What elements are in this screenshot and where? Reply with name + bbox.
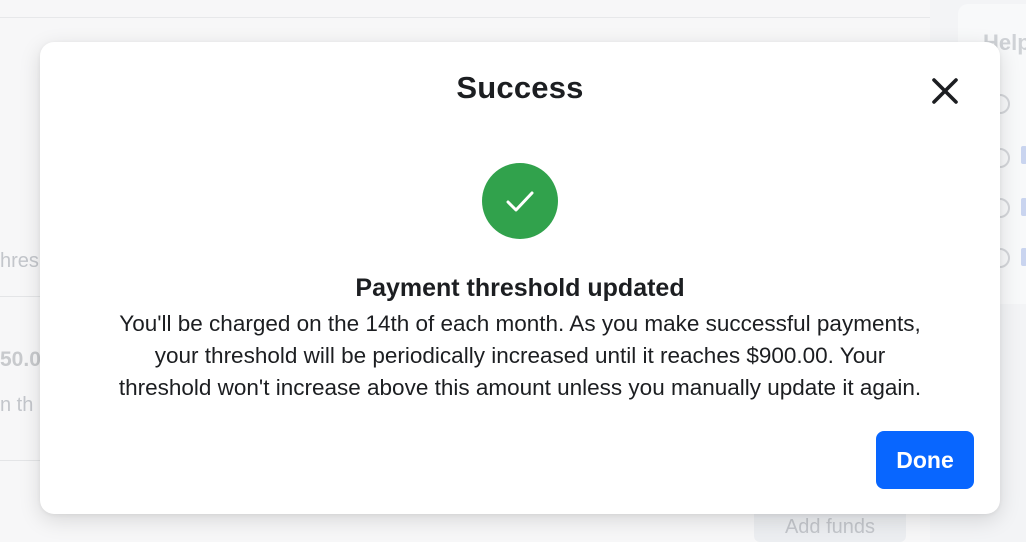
close-icon: [932, 78, 958, 104]
close-button[interactable]: [926, 72, 964, 110]
done-button[interactable]: Done: [876, 431, 974, 489]
message-line: threshold won't increase above this amou…: [118, 375, 922, 400]
message-line: your threshold will be periodically incr…: [154, 343, 886, 368]
confirmation-headline: Payment threshold updated: [355, 274, 685, 302]
dialog-title: Success: [456, 70, 584, 105]
success-dialog: Success Payment threshold updated You'll…: [40, 42, 1000, 514]
message-line: You'll be charged on the 14th of each mo…: [119, 311, 921, 336]
success-status-badge: [482, 163, 558, 239]
checkmark-icon: [506, 191, 534, 212]
confirmation-message: You'll be charged on the 14th of each mo…: [70, 308, 970, 404]
